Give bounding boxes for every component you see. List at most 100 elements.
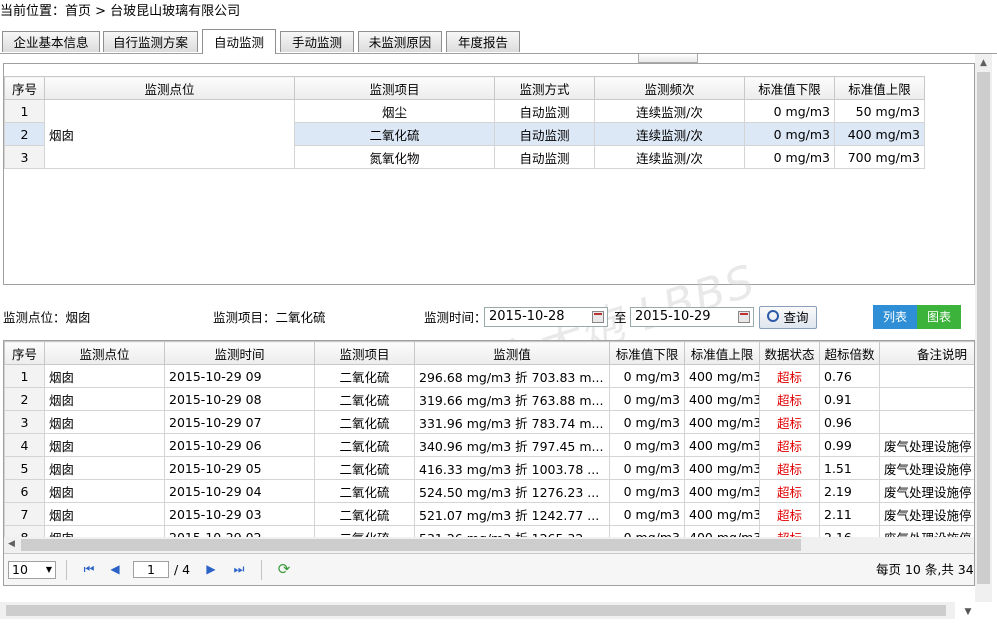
date-to-input[interactable]: 2015-10-29 [630,307,754,327]
ratio-cell: 0.96 [819,410,880,434]
top-grid-panel: 序号 监测点位 监测项目 监测方式 监测频次 标准值下限 标准值上限 1 烟囱 … [3,63,975,285]
collapse-toolbar-button[interactable] [638,54,698,63]
col-header-ratio[interactable]: 超标倍数 [819,341,880,365]
upper-limit-cell: 700 mg/m3 [834,145,925,169]
col-header-status[interactable]: 数据状态 [759,341,820,365]
table-row[interactable]: 2 烟囱 2015-10-29 08 二氧化硫 319.66 mg/m3 折 763.8… [4,387,974,411]
value-cell: 521.07 mg/m3 折 1242.77 ... [414,502,610,526]
grid-hscroll-thumb[interactable] [21,539,801,551]
time-cell: 2015-10-29 06 [164,433,315,457]
calendar-icon[interactable] [738,311,750,323]
lower-limit-cell: 0 mg/m3 [609,364,685,388]
lower-limit-cell: 0 mg/m3 [744,122,835,146]
calendar-icon[interactable] [592,311,604,323]
table-row[interactable]: 1 烟囱 烟尘 自动监测 连续监测/次 0 mg/m3 50 mg/m3 [4,99,925,169]
col-header-lower-limit[interactable]: 标准值下限 [744,76,835,100]
scroll-left-arrow-icon[interactable]: ◀ [4,537,19,552]
col-header-point[interactable]: 监测点位 [44,76,295,100]
lower-limit-cell: 0 mg/m3 [609,387,685,411]
list-view-button[interactable]: 列表 [873,305,917,329]
page-vertical-scrollbar[interactable]: ▲ [975,54,992,602]
col-header-no[interactable]: 序号 [4,341,45,365]
col-header-no[interactable]: 序号 [4,76,45,100]
time-cell: 2015-10-29 05 [164,456,315,480]
row-number: 3 [4,410,45,434]
prev-page-icon[interactable]: ◀ [107,561,123,577]
lower-limit-cell: 0 mg/m3 [609,525,685,537]
date-from-value: 2015-10-28 [489,309,565,324]
page-number-input[interactable]: 1 [133,561,169,578]
tab-self-monitoring-plan[interactable]: 自行监测方案 [103,31,198,52]
chevron-down-icon: ▼ [45,565,52,574]
table-row[interactable]: 1 烟囱 2015-10-29 09 二氧化硫 296.68 mg/m3 折 703.8… [4,364,974,388]
status-cell: 超标 [759,410,820,434]
ratio-cell: 0.76 [819,364,880,388]
filter-time-label: 监测时间： [424,310,487,325]
lower-limit-cell: 0 mg/m3 [609,433,685,457]
note-cell: 废气处理设施停 [879,525,974,537]
col-header-time[interactable]: 监测时间 [164,341,315,365]
note-cell [879,410,974,434]
item-cell: 二氧化硫 [294,122,495,146]
col-header-point[interactable]: 监测点位 [44,341,165,365]
tab-manual-monitoring[interactable]: 手动监测 [280,31,354,52]
time-cell: 2015-10-29 07 [164,410,315,434]
scroll-down-arrow-icon[interactable]: ▼ [958,602,978,622]
chart-view-button[interactable]: 图表 [917,305,961,329]
hscroll-thumb[interactable] [6,605,946,616]
refresh-icon[interactable]: ⟳ [276,561,292,577]
col-header-upper-limit[interactable]: 标准值上限 [834,76,925,100]
value-cell: 524.50 mg/m3 折 1276.23 ... [414,479,610,503]
first-page-icon[interactable]: ⏮ [81,561,97,577]
date-from-input[interactable]: 2015-10-28 [484,307,608,327]
col-header-upper-limit[interactable]: 标准值上限 [684,341,760,365]
status-cell: 超标 [759,364,820,388]
search-icon [767,310,780,322]
date-to-value: 2015-10-29 [635,309,711,324]
col-header-method[interactable]: 监测方式 [494,76,595,100]
tab-auto-monitoring[interactable]: 自动监测 [202,29,276,54]
query-button-label: 查询 [783,310,809,325]
point-cell: 烟囱 [44,502,165,526]
page-size-value: 10 [12,562,28,577]
col-header-note[interactable]: 备注说明 [879,341,974,365]
col-header-item[interactable]: 监测项目 [294,76,495,100]
table-row[interactable]: 6 烟囱 2015-10-29 04 二氧化硫 524.50 mg/m3 折 1276.… [4,479,974,503]
tab-bar: 企业基本信息 自行监测方案 自动监测 手动监测 未监测原因 年度报告 [0,28,997,54]
next-page-icon[interactable]: ▶ [203,561,219,577]
page-horizontal-scrollbar[interactable] [0,602,955,619]
col-header-frequency[interactable]: 监测频次 [594,76,745,100]
upper-limit-cell: 400 mg/m3 [684,433,760,457]
item-cell: 二氧化硫 [314,502,415,526]
point-cell: 烟囱 [44,433,165,457]
ratio-cell: 2.11 [819,502,880,526]
status-cell: 超标 [759,456,820,480]
tab-unmonitored-reasons[interactable]: 未监测原因 [358,31,442,52]
point-cell: 烟囱 [44,387,165,411]
scroll-up-arrow-icon[interactable]: ▲ [976,56,991,71]
item-cell: 氮氧化物 [294,145,495,169]
last-page-icon[interactable]: ⏭ [231,561,247,577]
table-row[interactable]: 4 烟囱 2015-10-29 06 二氧化硫 340.96 mg/m3 折 797.4… [4,433,974,457]
table-row[interactable]: 8烟囱2015-10-29 02二氧化硫531.26 mg/m3 折 1265.… [4,525,974,537]
filter-point-label: 监测点位：烟囱 [3,310,91,325]
col-header-lower-limit[interactable]: 标准值下限 [609,341,685,365]
query-button[interactable]: 查询 [759,306,817,329]
upper-limit-cell: 400 mg/m3 [684,410,760,434]
page-size-select[interactable]: 10 ▼ [8,561,56,579]
tab-enterprise-info[interactable]: 企业基本信息 [2,31,100,52]
grid-horizontal-scrollbar[interactable]: ◀ [4,537,974,553]
table-row[interactable]: 3 烟囱 2015-10-29 07 二氧化硫 331.96 mg/m3 折 783.7… [4,410,974,434]
scrollbar-thumb[interactable] [977,72,990,584]
col-header-item[interactable]: 监测项目 [314,341,415,365]
col-header-value[interactable]: 监测值 [414,341,610,365]
tab-annual-report[interactable]: 年度报告 [446,31,520,52]
row-number: 2 [4,122,45,146]
note-cell: 废气处理设施停 [879,433,974,457]
item-cell: 二氧化硫 [314,525,415,537]
table-row[interactable]: 5 烟囱 2015-10-29 05 二氧化硫 416.33 mg/m3 折 1003.… [4,456,974,480]
row-number: 2 [4,387,45,411]
table-row[interactable]: 7 烟囱 2015-10-29 03 二氧化硫 521.07 mg/m3 折 1242.… [4,502,974,526]
upper-limit-cell: 400 mg/m3 [834,122,925,146]
note-cell: 废气处理设施停 [879,456,974,480]
